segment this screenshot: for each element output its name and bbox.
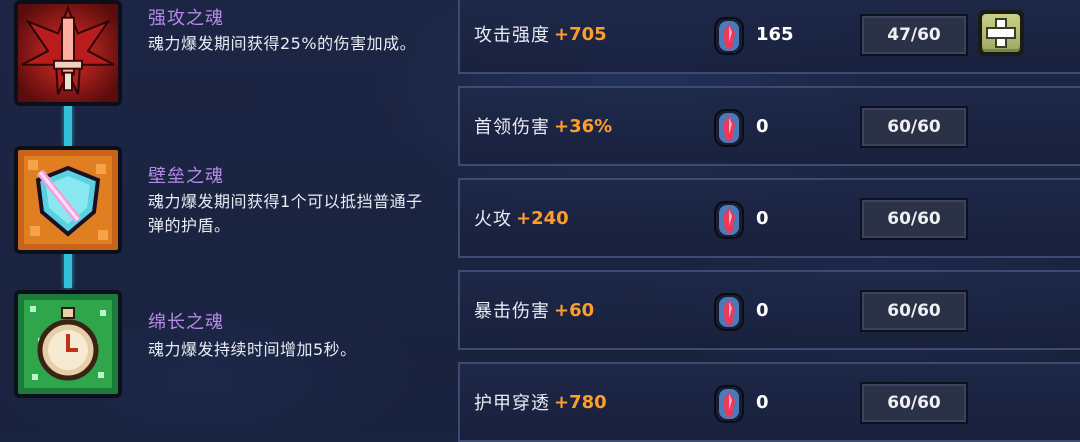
stat-name: 护甲穿透 [474, 393, 550, 414]
stat-name: 火攻 [474, 209, 512, 230]
skill-bulwark[interactable]: 壁垒之魂 魂力爆发期间获得1个可以抵挡普通子弹的护盾。 [0, 140, 450, 254]
upgrade-cost: 0 [756, 299, 769, 321]
skill-description: 魂力爆发持续时间增加5秒。 [148, 340, 357, 359]
stat-label: 火攻 +240 [474, 180, 569, 256]
upgrade-cost: 0 [756, 207, 769, 229]
soul-gem-icon [713, 108, 745, 148]
soul-gem-icon [713, 384, 745, 424]
skill-name: 壁垒之魂 [148, 166, 224, 187]
stat-row-armor-penetration: 护甲穿透 +780 0 60/60 [458, 362, 1080, 442]
stopwatch-icon [14, 290, 122, 398]
soul-gem-icon [713, 200, 745, 240]
upgrade-plus-button[interactable] [978, 10, 1024, 56]
stat-label: 护甲穿透 +780 [474, 364, 607, 440]
stat-label: 暴击伤害 +60 [474, 272, 594, 348]
stat-name: 首领伤害 [474, 117, 550, 138]
red-weapon-icon [14, 0, 122, 106]
stat-upgrade-list: 攻击强度 +705 165 47/60 首领伤害 +36% 0 60/60 火攻… [458, 0, 1080, 442]
stat-row-attack-power: 攻击强度 +705 165 47/60 [458, 0, 1080, 74]
stat-row-boss-damage: 首领伤害 +36% 0 60/60 [458, 86, 1080, 166]
stat-level: 60/60 [860, 382, 968, 424]
stat-row-crit-damage: 暴击伤害 +60 0 60/60 [458, 270, 1080, 350]
soul-skills-panel: 强攻之魂 魂力爆发期间获得25%的伤害加成。 壁垒之魂 魂力爆发期间获得1个可以… [0, 0, 450, 434]
shield-icon [14, 146, 122, 254]
upgrade-cost: 0 [756, 115, 769, 137]
stat-level: 60/60 [860, 198, 968, 240]
stat-bonus: +36% [554, 115, 613, 137]
stat-label: 攻击强度 +705 [474, 0, 607, 72]
skill-endurance[interactable]: 绵长之魂 魂力爆发持续时间增加5秒。 [0, 288, 450, 398]
soul-gem-icon [713, 292, 745, 332]
upgrade-cost: 165 [756, 23, 794, 45]
stat-level: 47/60 [860, 14, 968, 56]
stat-bonus: +780 [554, 391, 607, 413]
upgrade-cost: 0 [756, 391, 769, 413]
soul-gem-icon [713, 16, 745, 56]
skill-description: 魂力爆发期间获得25%的伤害加成。 [148, 34, 417, 53]
stat-level: 60/60 [860, 106, 968, 148]
stat-name: 攻击强度 [474, 25, 550, 46]
stat-bonus: +705 [554, 23, 607, 45]
stat-row-fire-attack: 火攻 +240 0 60/60 [458, 178, 1080, 258]
stat-level: 60/60 [860, 290, 968, 332]
plus-icon [982, 14, 1020, 52]
skill-name: 绵长之魂 [148, 312, 224, 333]
stat-name: 暴击伤害 [474, 301, 550, 322]
skill-name: 强攻之魂 [148, 8, 224, 29]
stat-label: 首领伤害 +36% [474, 88, 612, 164]
stat-bonus: +240 [516, 207, 569, 229]
skill-description: 魂力爆发期间获得1个可以抵挡普通子弹的护盾。 [148, 192, 423, 235]
stat-bonus: +60 [554, 299, 595, 321]
skill-strong-attack[interactable]: 强攻之魂 魂力爆发期间获得25%的伤害加成。 [0, 0, 450, 110]
